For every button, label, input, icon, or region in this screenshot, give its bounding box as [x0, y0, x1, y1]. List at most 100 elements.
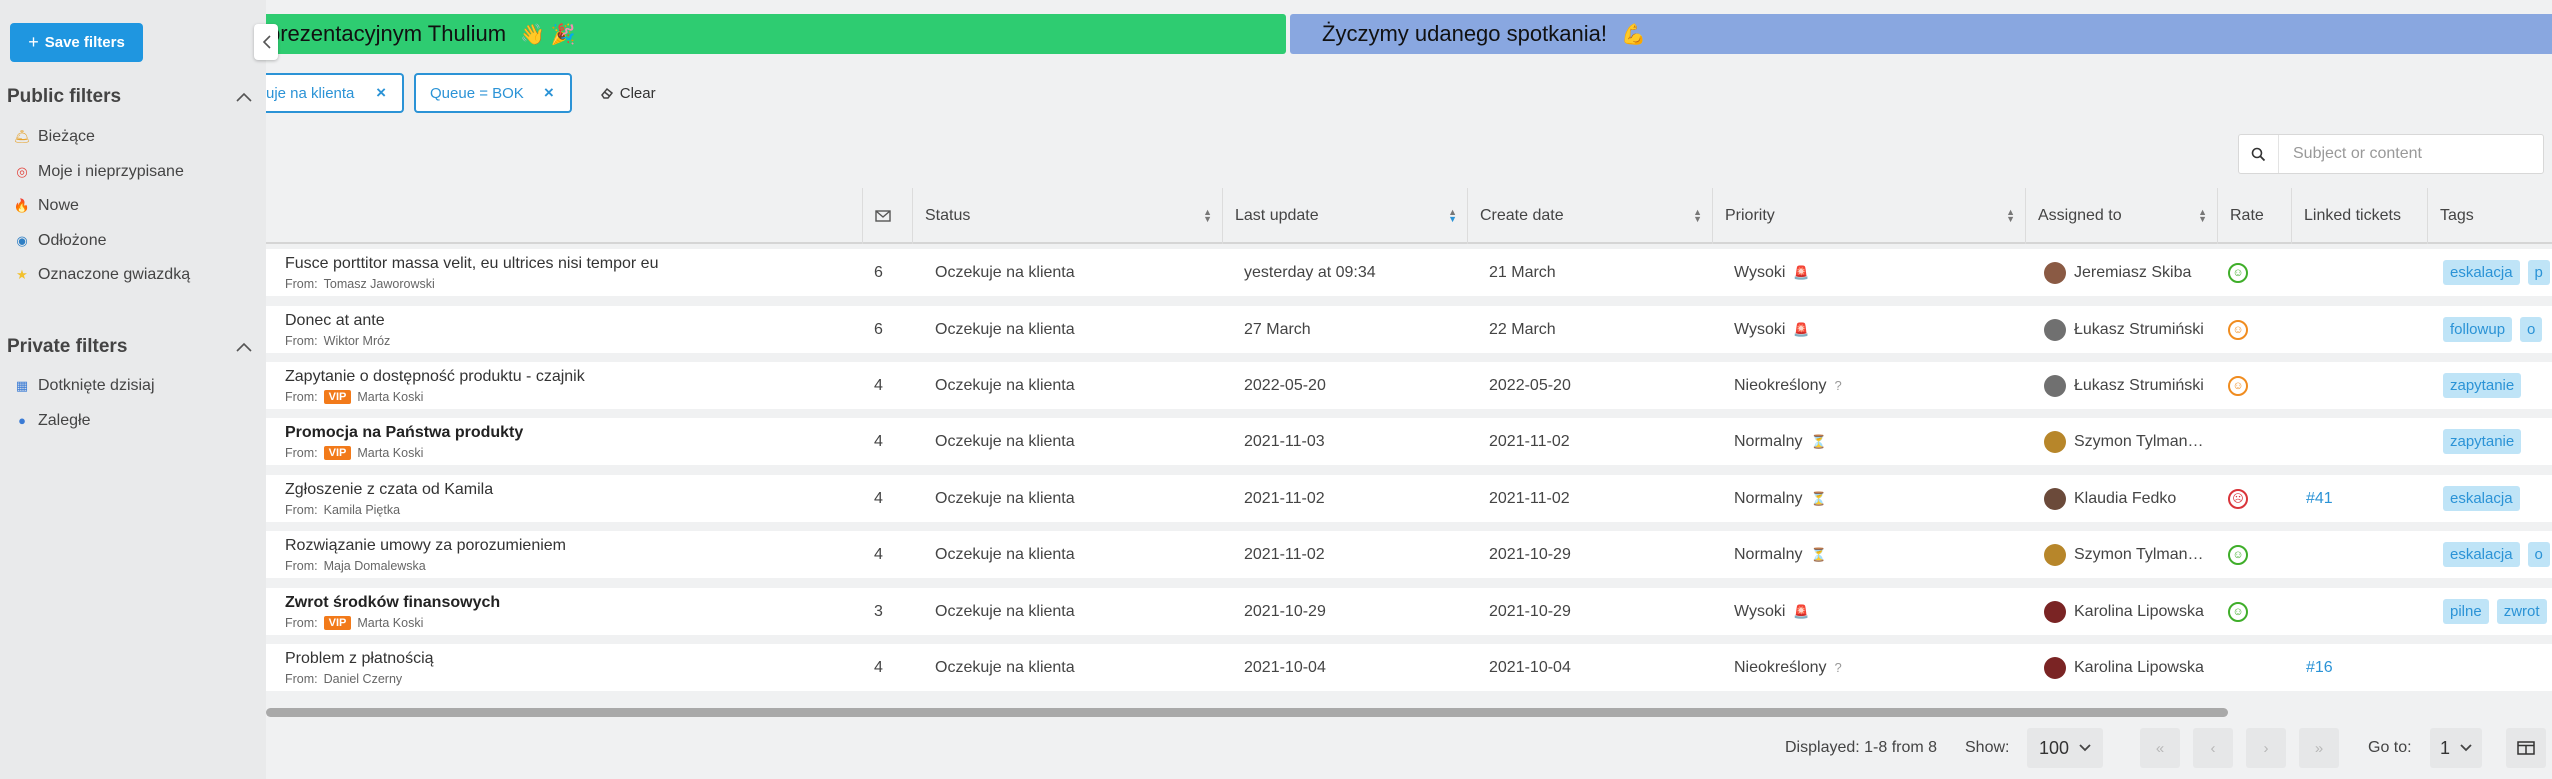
ticket-subject-cell[interactable]: Zwrot środków finansowych From: VIP Marta K…	[285, 588, 500, 635]
create-date: 2021-10-04	[1489, 658, 1571, 676]
from-name: Maja Domalewska	[323, 558, 426, 573]
column-create-date[interactable]: Create date ▲ ▼	[1468, 188, 1713, 244]
filter-item-label: Bieżące	[38, 128, 95, 145]
avatar	[2044, 430, 2066, 453]
ticket-subject[interactable]: Fusce porttitor massa velit, eu ultrices…	[285, 255, 658, 273]
table-row[interactable]: Promocja na Państwa produkty From: VIP Mart…	[266, 418, 2552, 465]
tag-badge[interactable]: o	[2527, 542, 2550, 567]
ticket-subject[interactable]: Problem z płatnością	[285, 650, 434, 668]
ticket-subject-cell[interactable]: Donec at ante From: Wiktor Mróz	[285, 306, 390, 353]
ticket-subject-cell[interactable]: Promocja na Państwa produkty From: VIP Mart…	[285, 418, 523, 465]
ticket-subject[interactable]: Promocja na Państwa produkty	[285, 424, 523, 442]
tag-badge[interactable]: o	[2520, 317, 2543, 342]
sort-icon[interactable]: ▲ ▼	[2006, 208, 2015, 224]
search-input[interactable]	[2279, 145, 2529, 163]
tag-badge[interactable]: eskalacja	[2443, 260, 2520, 285]
ticket-subject-cell[interactable]: Fusce porttitor massa velit, eu ultrices…	[285, 249, 658, 296]
filter-item-dotknięte-dzisiaj[interactable]: ▦ Dotknięte dzisiaj	[14, 377, 155, 395]
ticket-subject-cell[interactable]: Rozwiązanie umowy za porozumieniem From: M…	[285, 531, 566, 578]
chevron-up-icon[interactable]	[236, 89, 252, 105]
private-filters-header[interactable]: Private filters	[7, 336, 252, 358]
from-name: Marta Koski	[357, 389, 424, 404]
remove-filter-icon[interactable]: ×	[376, 83, 386, 103]
linked-ticket-link[interactable]: #16	[2306, 644, 2333, 691]
tag-badge[interactable]: followup	[2443, 317, 2513, 342]
save-filters-button[interactable]: + Save filters	[10, 23, 143, 62]
sort-desc-icon[interactable]: ▲ ▼	[1448, 208, 1457, 224]
linked-ticket-link[interactable]: #41	[2306, 475, 2333, 522]
filter-item-nowe[interactable]: 🔥 Nowe	[14, 197, 79, 215]
column-tags[interactable]: Tags	[2428, 188, 2552, 244]
filter-chip-queue[interactable]: Queue = BOK ×	[414, 73, 572, 113]
filter-item-bieżące[interactable]: 🛎 Bieżące	[14, 128, 95, 146]
table-row[interactable]: Donec at ante From: Wiktor Mróz 6 Oczekuje n…	[266, 306, 2552, 353]
last-page-button[interactable]: »	[2299, 728, 2339, 768]
ticket-subject[interactable]: Zgłoszenie z czata od Kamila	[285, 481, 493, 499]
tag-badge[interactable]: pilne	[2443, 599, 2489, 624]
filter-chip-label: Queue = BOK	[430, 84, 524, 102]
clear-filters-button[interactable]: Clear	[600, 85, 656, 102]
prev-page-button[interactable]: ‹	[2193, 728, 2233, 768]
table-row[interactable]: Zwrot środków finansowych From: VIP Marta K…	[266, 588, 2552, 635]
column-subject[interactable]	[266, 188, 863, 244]
tag-badge[interactable]: eskalacja	[2443, 486, 2520, 511]
column-rate[interactable]: Rate	[2218, 188, 2292, 244]
next-page-button[interactable]: ›	[2246, 728, 2286, 768]
ticket-from: From: Wiktor Mróz	[285, 334, 390, 348]
tag-badge[interactable]: zwrot	[2496, 599, 2547, 624]
goto-page-select[interactable]: 1	[2430, 728, 2483, 768]
tag-badge[interactable]: zapytanie	[2443, 373, 2522, 398]
table-row[interactable]: Zapytanie o dostępność produktu - czajni…	[266, 362, 2552, 409]
ticket-subject[interactable]: Zwrot środków finansowych	[285, 594, 500, 612]
tags-cell: followup o	[2443, 306, 2550, 353]
collapse-sidebar-button[interactable]	[254, 24, 278, 60]
public-filters-title: Public filters	[7, 86, 122, 107]
table-row[interactable]: Zgłoszenie z czata od Kamila From: Kamila …	[266, 475, 2552, 522]
page-size-select[interactable]: 100	[2027, 728, 2104, 768]
last-update: 2021-11-02	[1244, 545, 1325, 563]
ticket-subject[interactable]: Zapytanie o dostępność produktu - czajni…	[285, 368, 585, 386]
filter-item-moje-i-nieprzypisane[interactable]: ◎ Moje i nieprzypisane	[14, 163, 184, 181]
neutral-face-icon: ☺	[2228, 319, 2248, 340]
chevron-up-icon[interactable]	[236, 339, 252, 355]
column-assigned[interactable]: Assigned to ▲ ▼	[2026, 188, 2218, 244]
table-row[interactable]: Problem z płatnością From: Daniel Czerny 4 O…	[266, 644, 2552, 691]
ticket-subject[interactable]: Donec at ante	[285, 312, 385, 330]
calendar-icon: ▦	[15, 378, 29, 393]
sort-icon[interactable]: ▲ ▼	[1693, 208, 1702, 224]
column-priority[interactable]: Priority ▲ ▼	[1713, 188, 2026, 244]
filter-item-label: Nowe	[38, 197, 79, 215]
sort-icon[interactable]: ▲ ▼	[2198, 208, 2207, 224]
remove-filter-icon[interactable]: ×	[544, 83, 554, 103]
public-filters-header[interactable]: Public filters	[7, 86, 252, 108]
column-linked[interactable]: Linked tickets	[2292, 188, 2428, 244]
ticket-subject-cell[interactable]: Zgłoszenie z czata od Kamila From: Kamila …	[285, 475, 493, 522]
column-status[interactable]: Status ▲ ▼	[913, 188, 1223, 244]
announcement-banner-left: prezentacyjnym Thulium 👋 🎉	[266, 14, 1286, 54]
ticket-subject[interactable]: Rozwiązanie umowy za porozumieniem	[285, 537, 566, 555]
sort-icon[interactable]: ▲ ▼	[1203, 208, 1212, 224]
filter-item-oznaczone-gwiazdką[interactable]: ★ Oznaczone gwiazdką	[14, 266, 190, 284]
tag-badge[interactable]: eskalacja	[2443, 542, 2520, 567]
first-page-button[interactable]: «	[2140, 728, 2180, 768]
column-last-update[interactable]: Last update ▲ ▼	[1223, 188, 1468, 244]
tags-cell: pilne zwrot	[2443, 588, 2552, 635]
horizontal-scrollbar[interactable]	[266, 708, 2228, 717]
ticket-subject-cell[interactable]: Problem z płatnością From: Daniel Czerny	[285, 644, 434, 691]
snooze-icon: ◉	[16, 232, 28, 248]
tag-badge[interactable]: zapytanie	[2443, 429, 2522, 454]
ticket-status: Oczekuje na klienta	[935, 376, 1075, 394]
column-messages[interactable]	[863, 188, 913, 244]
target-icon: ◎	[16, 163, 28, 179]
filter-item-zaległe[interactable]: ● Zaległe	[14, 412, 90, 430]
table-row[interactable]: Rozwiązanie umowy za porozumieniem From: M…	[266, 531, 2552, 578]
columns-toggle-button[interactable]	[2506, 728, 2546, 768]
sad-face-icon: ☹	[2228, 488, 2248, 509]
table-row[interactable]: Fusce porttitor massa velit, eu ultrices…	[266, 249, 2552, 296]
filter-chip-status[interactable]: uje na klienta ×	[266, 73, 404, 113]
filter-item-odłożone[interactable]: ◉ Odłożone	[14, 232, 106, 250]
ticket-subject-cell[interactable]: Zapytanie o dostępność produktu - czajni…	[285, 362, 585, 409]
tag-badge[interactable]: p	[2527, 260, 2550, 285]
from-name: Daniel Czerny	[323, 671, 403, 686]
search-icon[interactable]	[2239, 135, 2279, 173]
